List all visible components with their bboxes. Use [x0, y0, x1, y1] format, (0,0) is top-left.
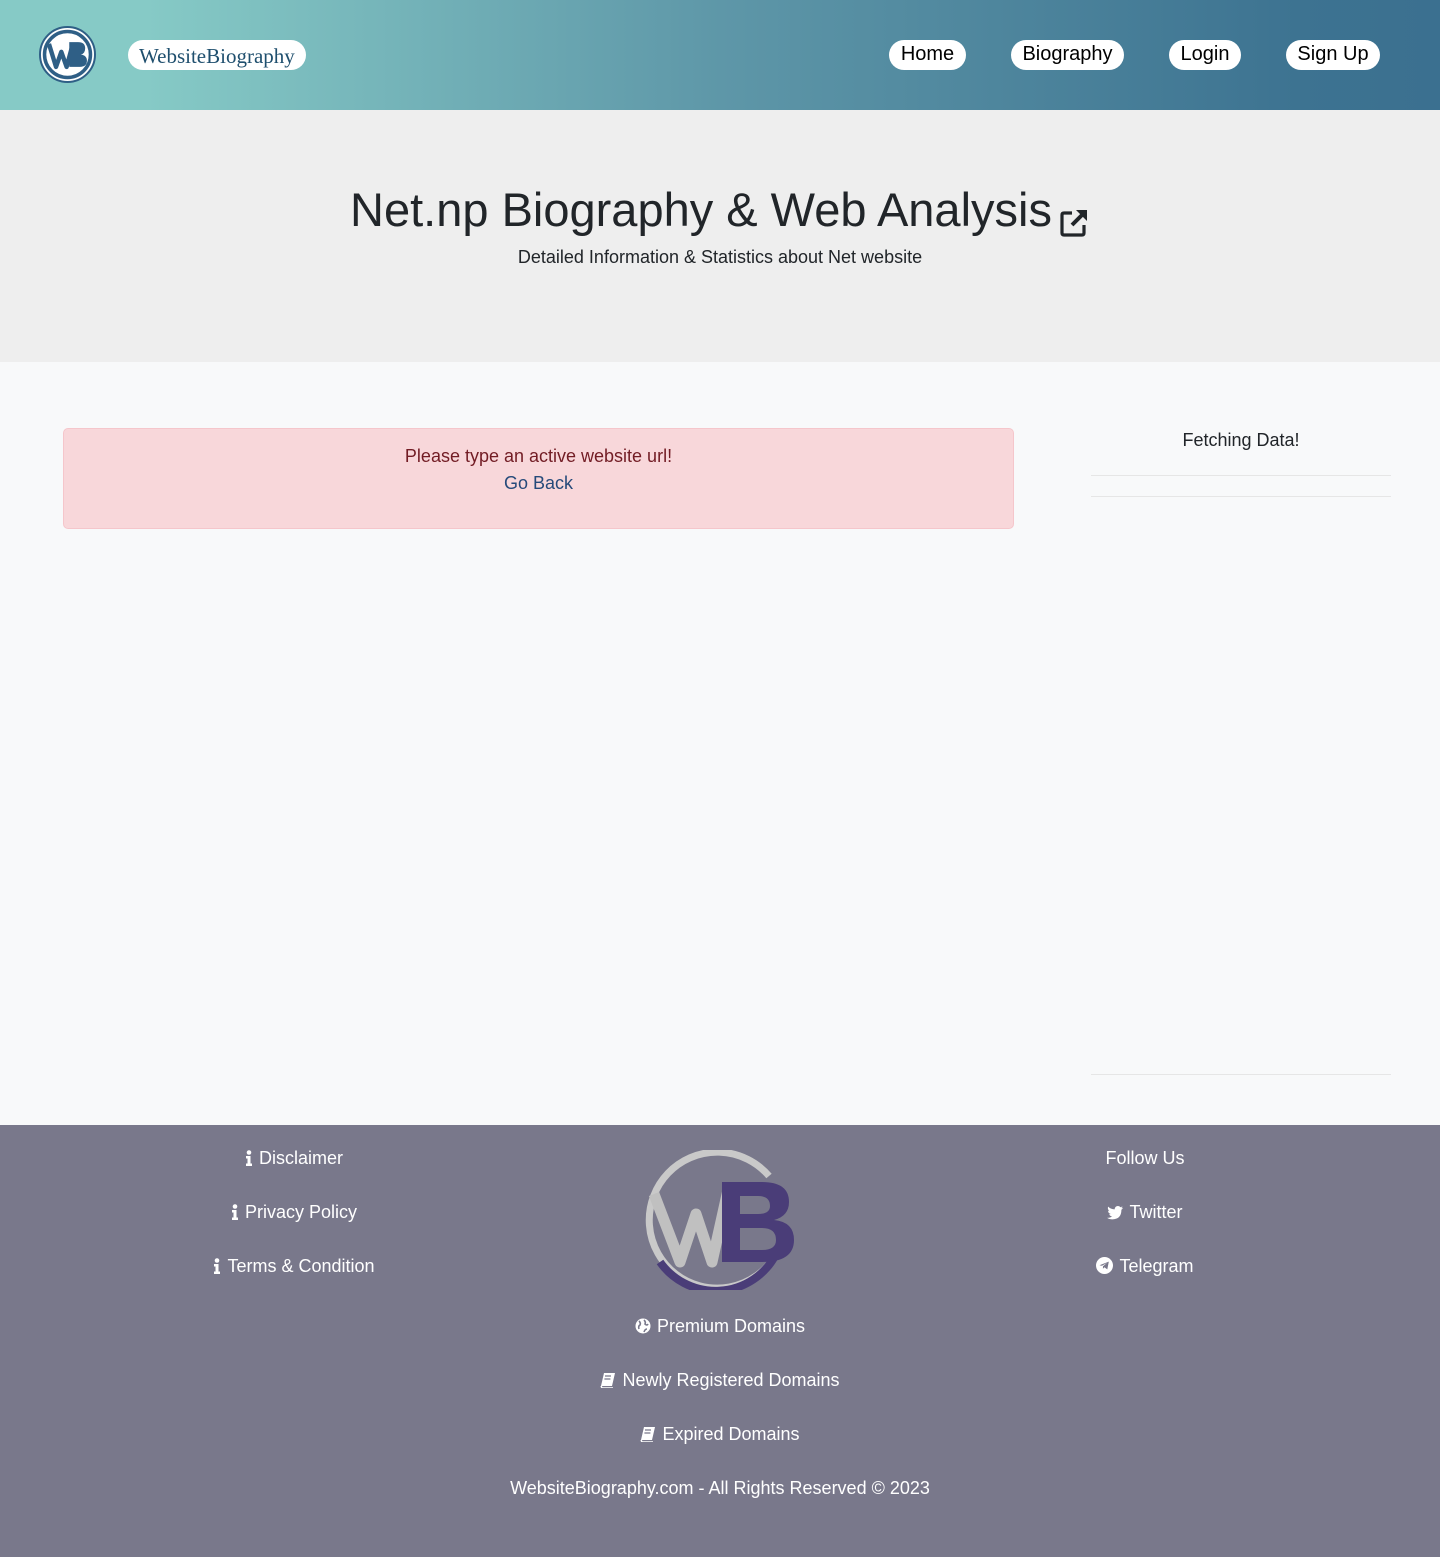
footer-link-label: Privacy Policy: [244, 1202, 358, 1222]
sidebar-divider: [1091, 496, 1391, 497]
footer-link-label: Twitter: [1129, 1202, 1183, 1222]
info-icon: [245, 1150, 252, 1166]
nav-home[interactable]: Home: [889, 40, 966, 70]
nav-signup[interactable]: Sign Up: [1286, 40, 1380, 70]
sidebar-divider: [1091, 1074, 1391, 1075]
footer-link-telegram[interactable]: Telegram: [1045, 1256, 1245, 1277]
footer-link-label: Expired Domains: [662, 1424, 800, 1444]
external-link-icon[interactable]: [1058, 195, 1090, 237]
go-back-link[interactable]: Go Back: [64, 473, 1013, 494]
footer-link-label: Disclaimer: [258, 1148, 343, 1168]
footer-link-label: Newly Registered Domains: [622, 1370, 840, 1390]
error-alert: Please type an active website url! Go Ba…: [63, 428, 1014, 529]
footer-link-privacy[interactable]: Privacy Policy: [194, 1202, 394, 1223]
alert-message: Please type an active website url!: [404, 446, 673, 466]
top-navbar: WebsiteBiography Home Biography Login Si…: [0, 0, 1440, 110]
book-icon: [640, 1427, 656, 1442]
info-icon: [214, 1258, 221, 1274]
footer-link-disclaimer[interactable]: Disclaimer: [194, 1148, 394, 1169]
footer-link-premium[interactable]: Premium Domains: [570, 1316, 870, 1337]
book-icon: [600, 1373, 616, 1388]
footer-link-label: Telegram: [1119, 1256, 1194, 1276]
globe-icon: [635, 1318, 651, 1334]
footer-link-label: Premium Domains: [656, 1316, 806, 1336]
footer-logo-icon: [645, 1150, 794, 1290]
footer-link-newly-registered[interactable]: Newly Registered Domains: [570, 1370, 870, 1391]
footer-link-label: Terms & Condition: [227, 1256, 375, 1276]
nav-biography[interactable]: Biography: [1011, 40, 1124, 70]
telegram-icon: [1096, 1257, 1114, 1274]
brand-name[interactable]: WebsiteBiography: [128, 40, 306, 70]
nav-login[interactable]: Login: [1169, 40, 1241, 70]
footer-link-twitter[interactable]: Twitter: [1045, 1202, 1245, 1223]
footer-link-expired[interactable]: Expired Domains: [570, 1424, 870, 1445]
hero-section: Net.np Biography & Web Analysis Detailed…: [0, 110, 1440, 362]
wb-logo-icon[interactable]: [39, 26, 96, 83]
copyright: WebsiteBiography.com - All Rights Reserv…: [510, 1478, 930, 1498]
info-icon: [231, 1204, 238, 1220]
footer-link-terms[interactable]: Terms & Condition: [174, 1256, 414, 1277]
twitter-icon: [1107, 1206, 1124, 1220]
sidebar-divider: [1091, 475, 1391, 476]
page-title: Net.np Biography & Web Analysis: [0, 182, 1440, 238]
sidebar-status: Fetching Data!: [1182, 430, 1300, 450]
follow-us-heading: Follow Us: [1105, 1148, 1185, 1168]
page-title-text: Net.np Biography & Web Analysis: [350, 183, 1052, 236]
page-subtitle: Detailed Information & Statistics about …: [517, 247, 923, 267]
